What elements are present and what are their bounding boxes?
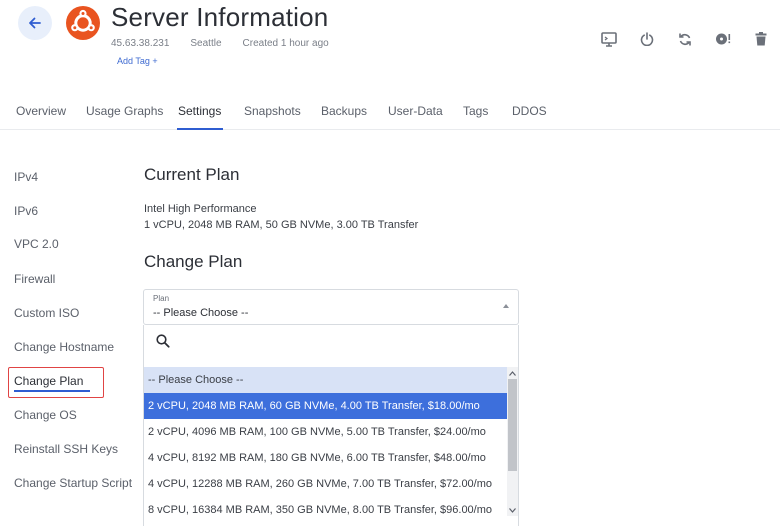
restart-icon <box>679 33 691 45</box>
server-ip: 45.63.38.231 <box>111 38 170 49</box>
change-plan-heading: Change Plan <box>144 252 243 271</box>
page-title: Server Information <box>111 2 329 32</box>
add-tag-link[interactable]: Add Tag + <box>117 56 158 66</box>
sidebar-item-change-hostname[interactable]: Change Hostname <box>14 340 114 354</box>
sidebar-item-change-os[interactable]: Change OS <box>14 408 77 422</box>
plan-option[interactable]: 2 vCPU, 2048 MB RAM, 60 GB NVMe, 4.00 TB… <box>144 393 507 419</box>
plan-search-row <box>144 325 518 367</box>
restart-button[interactable] <box>666 29 704 49</box>
server-actions <box>590 29 780 49</box>
tab-bar: Overview Usage Graphs Settings Snapshots… <box>0 104 780 130</box>
sidebar-item-reinstall-ssh-keys[interactable]: Reinstall SSH Keys <box>14 442 118 456</box>
iso-button[interactable] <box>704 29 742 49</box>
trash-icon <box>755 32 767 46</box>
plan-select[interactable]: Plan -- Please Choose -- <box>143 289 519 325</box>
sidebar-item-change-plan[interactable]: Change Plan <box>14 374 83 388</box>
power-button[interactable] <box>628 29 666 49</box>
tab-user-data[interactable]: User-Data <box>388 104 443 118</box>
caret-up-icon <box>503 304 509 308</box>
plan-dropdown: -- Please Choose -- 2 vCPU, 2048 MB RAM,… <box>143 325 519 526</box>
current-plan-heading: Current Plan <box>144 165 240 184</box>
sidebar-item-vpc[interactable]: VPC 2.0 <box>14 237 59 251</box>
scroll-thumb[interactable] <box>508 379 517 471</box>
plan-option[interactable]: 4 vCPU, 8192 MB RAM, 180 GB NVMe, 6.00 T… <box>144 445 507 471</box>
scroll-up-icon[interactable] <box>509 369 516 377</box>
plan-search-input[interactable] <box>172 333 502 355</box>
dropdown-scrollbar[interactable] <box>507 367 518 516</box>
current-plan-name: Intel High Performance <box>144 203 257 215</box>
sidebar-item-firewall[interactable]: Firewall <box>14 272 55 286</box>
sidebar-item-change-startup-script[interactable]: Change Startup Script <box>14 476 132 490</box>
tab-settings[interactable]: Settings <box>178 104 221 118</box>
plan-options-list: -- Please Choose -- 2 vCPU, 2048 MB RAM,… <box>144 367 507 523</box>
plan-select-value: -- Please Choose -- <box>153 307 249 319</box>
tab-tags[interactable]: Tags <box>463 104 488 118</box>
tab-snapshots[interactable]: Snapshots <box>244 104 301 118</box>
current-plan-specs: 1 vCPU, 2048 MB RAM, 50 GB NVMe, 3.00 TB… <box>144 219 419 231</box>
ubuntu-logo-icon <box>66 6 100 40</box>
active-tab-indicator <box>177 128 223 130</box>
plan-select-label: Plan <box>153 294 170 303</box>
plan-option[interactable]: 2 vCPU, 4096 MB RAM, 100 GB NVMe, 5.00 T… <box>144 419 507 445</box>
search-icon <box>156 334 170 348</box>
scroll-down-icon[interactable] <box>509 506 516 514</box>
server-location: Seattle <box>190 38 222 49</box>
plan-option[interactable]: 4 vCPU, 12288 MB RAM, 260 GB NVMe, 7.00 … <box>144 471 507 497</box>
sidebar-item-custom-iso[interactable]: Custom ISO <box>14 306 79 320</box>
tab-usage-graphs[interactable]: Usage Graphs <box>86 104 163 118</box>
active-sidebar-indicator <box>14 390 90 392</box>
server-created: Created 1 hour ago <box>242 38 329 49</box>
console-button[interactable] <box>590 29 628 49</box>
sidebar-item-ipv4[interactable]: IPv4 <box>14 170 38 184</box>
console-icon <box>601 31 617 47</box>
back-button[interactable] <box>18 6 52 40</box>
tab-overview[interactable]: Overview <box>16 104 66 118</box>
arrow-left-icon <box>29 17 41 29</box>
tab-ddos[interactable]: DDOS <box>512 104 547 118</box>
sidebar-item-ipv6[interactable]: IPv6 <box>14 204 38 218</box>
iso-icon <box>716 33 731 45</box>
server-meta: 45.63.38.231 Seattle Created 1 hour ago <box>111 38 329 49</box>
delete-button[interactable] <box>742 29 780 49</box>
plan-option[interactable]: -- Please Choose -- <box>144 367 507 393</box>
tab-backups[interactable]: Backups <box>321 104 367 118</box>
plan-option[interactable]: 8 vCPU, 16384 MB RAM, 350 GB NVMe, 8.00 … <box>144 497 507 523</box>
power-icon <box>640 32 654 46</box>
